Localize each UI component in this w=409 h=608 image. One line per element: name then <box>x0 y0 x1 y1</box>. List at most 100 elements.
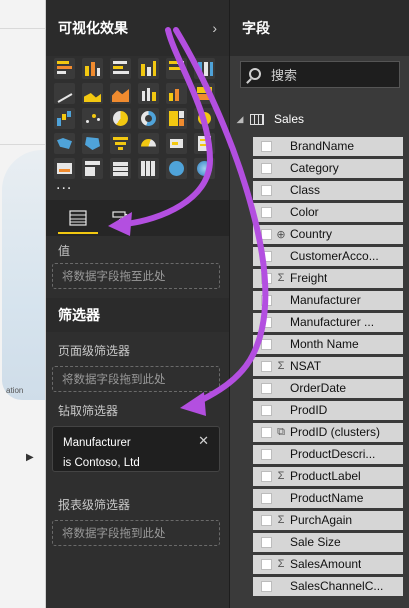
treemap-icon[interactable] <box>166 108 187 129</box>
page-next-arrow-icon[interactable]: ▶ <box>26 452 34 463</box>
field-item-body[interactable]: OrderDate <box>253 378 403 398</box>
field-item[interactable]: BrandName <box>230 135 409 157</box>
funnel-chart-icon[interactable] <box>110 133 131 154</box>
table-visual-icon[interactable] <box>110 158 131 179</box>
field-checkbox[interactable] <box>261 228 272 240</box>
field-item-body[interactable]: Σ SalesAmount <box>253 554 403 574</box>
r-script-visual-icon[interactable] <box>166 158 187 179</box>
field-item[interactable]: Category <box>230 157 409 179</box>
field-checkbox[interactable] <box>261 338 272 350</box>
clustered-bar-chart-icon[interactable] <box>110 58 131 79</box>
field-checkbox[interactable] <box>261 558 272 570</box>
shape-map-icon[interactable] <box>82 133 103 154</box>
field-checkbox[interactable] <box>261 272 272 284</box>
slicer-icon[interactable] <box>82 158 103 179</box>
collapse-chevron-icon[interactable]: › <box>212 20 217 36</box>
field-item-body[interactable]: Σ NSAT <box>253 356 403 376</box>
field-item[interactable]: CustomerAcco... <box>230 245 409 267</box>
field-checkbox[interactable] <box>261 250 272 262</box>
matrix-icon[interactable] <box>138 158 159 179</box>
report-canvas[interactable]: ation ▶ <box>0 0 46 608</box>
values-drop-zone[interactable]: 将数据字段拖至此处 <box>52 263 220 289</box>
tab-format[interactable] <box>100 204 140 234</box>
field-checkbox[interactable] <box>261 184 272 196</box>
fields-search-input[interactable]: 搜索 <box>240 61 400 88</box>
field-checkbox[interactable] <box>261 448 272 460</box>
field-item-body[interactable]: ProdID <box>253 400 403 420</box>
field-item[interactable]: ProductName <box>230 487 409 509</box>
field-checkbox[interactable] <box>261 206 272 218</box>
field-item-body[interactable]: Month Name <box>253 334 403 354</box>
field-item-body[interactable]: Color <box>253 202 403 222</box>
field-item-body[interactable]: SalesChannelC... <box>253 576 403 596</box>
waterfall-chart-icon[interactable] <box>54 108 75 129</box>
drillthrough-filter-card[interactable]: Manufacturer is Contoso, Ltd ✕ <box>52 426 220 472</box>
field-item-body[interactable]: Sale Size <box>253 532 403 552</box>
field-item-body[interactable]: Σ Freight <box>253 268 403 288</box>
field-item[interactable]: Manufacturer <box>230 289 409 311</box>
line-and-column-chart-icon[interactable] <box>138 83 159 104</box>
expand-caret-icon[interactable]: ◢ <box>230 114 250 125</box>
field-checkbox[interactable] <box>261 514 272 526</box>
field-item[interactable]: Class <box>230 179 409 201</box>
field-checkbox[interactable] <box>261 404 272 416</box>
field-item-body[interactable]: ⊕ Country <box>253 224 403 244</box>
map-icon[interactable] <box>194 108 215 129</box>
field-item-body[interactable]: BrandName <box>253 136 403 156</box>
remove-filter-close-icon[interactable]: ✕ <box>198 431 209 451</box>
field-item-body[interactable]: Σ ProductLabel <box>253 466 403 486</box>
field-item[interactable]: ProdID <box>230 399 409 421</box>
field-checkbox[interactable] <box>261 140 272 152</box>
field-checkbox[interactable] <box>261 294 272 306</box>
page-filters-drop-zone[interactable]: 将数据字段拖到此处 <box>52 366 220 392</box>
line-and-clustered-column-chart-icon[interactable] <box>166 83 187 104</box>
field-item-body[interactable]: ProductName <box>253 488 403 508</box>
field-checkbox[interactable] <box>261 536 272 548</box>
report-filters-drop-zone[interactable]: 将数据字段拖到此处 <box>52 520 220 546</box>
field-checkbox[interactable] <box>261 360 272 372</box>
gauge-icon[interactable] <box>138 133 159 154</box>
stacked-area-chart-icon[interactable] <box>110 83 131 104</box>
field-item[interactable]: Manufacturer ... <box>230 311 409 333</box>
field-item-body[interactable]: Class <box>253 180 403 200</box>
field-checkbox[interactable] <box>261 382 272 394</box>
field-item-body[interactable]: ProductDescri... <box>253 444 403 464</box>
field-item[interactable]: Σ SalesAmount <box>230 553 409 575</box>
donut-chart-icon[interactable] <box>138 108 159 129</box>
clustered-column-chart-icon[interactable] <box>138 58 159 79</box>
multi-row-card-icon[interactable] <box>194 133 215 154</box>
field-checkbox[interactable] <box>261 426 272 438</box>
field-item[interactable]: Color <box>230 201 409 223</box>
globe-visual-icon[interactable] <box>194 158 215 179</box>
field-item[interactable]: SalesChannelC... <box>230 575 409 597</box>
field-item[interactable]: ProductDescri... <box>230 443 409 465</box>
scatter-chart-icon[interactable] <box>82 108 103 129</box>
pie-chart-icon[interactable] <box>110 108 131 129</box>
card-icon[interactable] <box>166 133 187 154</box>
field-item[interactable]: Σ PurchAgain <box>230 509 409 531</box>
field-item[interactable]: OrderDate <box>230 377 409 399</box>
field-checkbox[interactable] <box>261 316 272 328</box>
line-chart-icon[interactable] <box>54 83 75 104</box>
stacked-bar-chart-icon[interactable] <box>54 58 75 79</box>
filled-map-icon[interactable] <box>54 133 75 154</box>
field-item-body[interactable]: CustomerAcco... <box>253 246 403 266</box>
field-checkbox[interactable] <box>261 470 272 482</box>
stacked-column-chart-icon[interactable] <box>82 58 103 79</box>
field-item-body[interactable]: Manufacturer ... <box>253 312 403 332</box>
100-stacked-column-chart-icon[interactable] <box>194 58 215 79</box>
field-item[interactable]: Σ NSAT <box>230 355 409 377</box>
more-visuals-button[interactable]: ... <box>56 176 72 194</box>
field-item[interactable]: Sale Size <box>230 531 409 553</box>
field-item-body[interactable]: Σ PurchAgain <box>253 510 403 530</box>
field-item-body[interactable]: ⧉ ProdID (clusters) <box>253 422 403 442</box>
field-item[interactable]: Month Name <box>230 333 409 355</box>
field-item-body[interactable]: Category <box>253 158 403 178</box>
tab-fields[interactable] <box>58 204 98 234</box>
field-item[interactable]: Σ Freight <box>230 267 409 289</box>
100-stacked-bar-chart-icon[interactable] <box>166 58 187 79</box>
field-item-body[interactable]: Manufacturer <box>253 290 403 310</box>
field-item[interactable]: ⊕ Country <box>230 223 409 245</box>
area-chart-icon[interactable] <box>82 83 103 104</box>
ribbon-chart-icon[interactable] <box>194 83 215 104</box>
